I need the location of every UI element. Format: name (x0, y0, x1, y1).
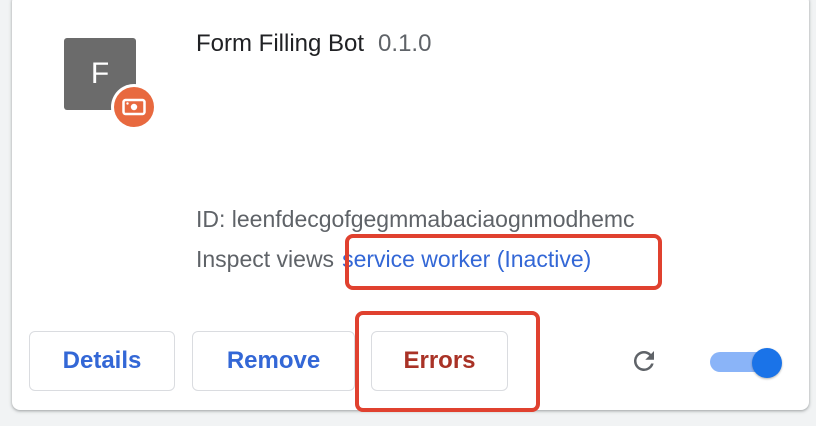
service-worker-link[interactable]: service worker (Inactive) (342, 246, 591, 272)
enable-toggle[interactable] (710, 348, 782, 378)
hard-drive-icon (122, 98, 146, 116)
reload-icon (633, 350, 654, 371)
extension-id: ID: leenfdecgofgegmmabaciaognmodhemc (196, 206, 635, 232)
remove-button[interactable]: Remove (192, 331, 355, 391)
errors-button[interactable]: Errors (371, 331, 508, 391)
extension-title: Form Filling Bot 0.1.0 (196, 30, 431, 58)
toggle-knob (752, 348, 782, 378)
inspect-views-row: Inspect views service worker (Inactive) (196, 246, 591, 273)
reload-button[interactable] (627, 344, 661, 378)
inspect-views-label: Inspect views (196, 246, 335, 272)
details-button[interactable]: Details (29, 331, 175, 391)
extension-version: 0.1.0 (378, 30, 432, 57)
extension-name: Form Filling Bot (196, 30, 365, 57)
service-worker-badge-icon (111, 84, 157, 130)
extension-icon-letter: F (90, 57, 110, 90)
